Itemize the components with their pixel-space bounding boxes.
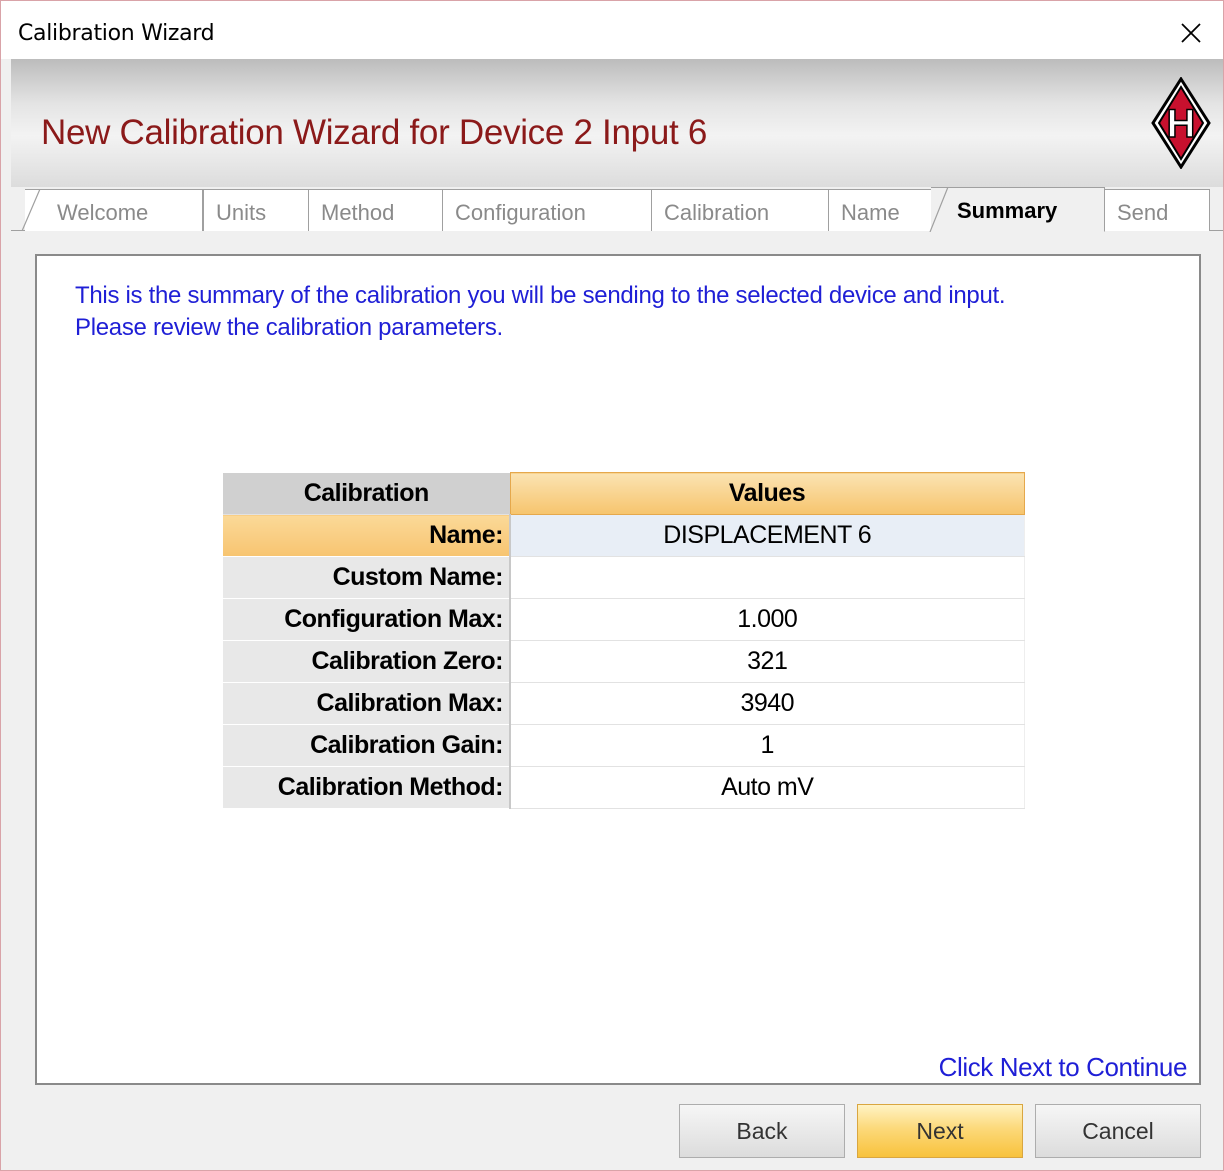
header-values: Values (509, 472, 1025, 515)
tab-welcome[interactable]: Welcome (21, 189, 203, 231)
table-row[interactable]: Calibration Max: 3940 (223, 682, 1025, 725)
title-bar: Calibration Wizard (1, 1, 1223, 59)
summary-table: Calibration Values Name: DISPLACEMENT 6 … (223, 472, 1025, 809)
row-label: Calibration Zero: (223, 640, 511, 683)
tab-label: Units (216, 200, 267, 225)
row-label: Calibration Method: (223, 766, 511, 809)
row-value: 1 (510, 724, 1025, 767)
row-label: Calibration Max: (223, 682, 511, 725)
row-value: DISPLACEMENT 6 (510, 514, 1025, 557)
continue-hint: Click Next to Continue (938, 1052, 1188, 1082)
tab-send[interactable]: Send (1104, 189, 1210, 231)
tab-configuration[interactable]: Configuration (442, 189, 652, 231)
table-row[interactable]: Calibration Zero: 321 (223, 640, 1025, 683)
tab-units[interactable]: Units (203, 189, 309, 231)
table-row[interactable]: Calibration Method: Auto mV (223, 766, 1025, 809)
back-button[interactable]: Back (679, 1104, 845, 1158)
wizard-heading: New Calibration Wizard for Device 2 Inpu… (41, 113, 707, 152)
row-value (510, 556, 1025, 599)
tab-label: Calibration (664, 200, 770, 225)
tab-calibration[interactable]: Calibration (651, 189, 829, 231)
table-row[interactable]: Name: DISPLACEMENT 6 (223, 514, 1025, 557)
row-value: 3940 (510, 682, 1025, 725)
calibration-wizard-window: Calibration Wizard New Calibration Wizar… (0, 0, 1224, 1171)
close-icon (1181, 23, 1201, 43)
intro-line-2: Please review the calibration parameters… (75, 314, 503, 341)
tab-name[interactable]: Name (828, 189, 938, 231)
tab-label: Send (1117, 200, 1169, 225)
table-row[interactable]: Configuration Max: 1.000 (223, 598, 1025, 641)
row-label: Custom Name: (223, 556, 511, 599)
window-title: Calibration Wizard (18, 21, 215, 46)
row-value: Auto mV (510, 766, 1025, 809)
tab-label: Name (841, 200, 900, 225)
table-row[interactable]: Custom Name: (223, 556, 1025, 599)
company-logo-icon: H (1151, 77, 1211, 169)
tab-label: Welcome (57, 200, 149, 225)
wizard-banner: New Calibration Wizard for Device 2 Inpu… (11, 59, 1223, 187)
row-value: 1.000 (510, 598, 1025, 641)
tab-method[interactable]: Method (308, 189, 443, 231)
table-header-row: Calibration Values (223, 472, 1025, 515)
close-button[interactable] (1169, 11, 1213, 55)
tab-summary[interactable]: Summary (929, 187, 1105, 232)
intro-line-1: This is the summary of the calibration y… (75, 282, 1006, 309)
intro-text: This is the summary of the calibration y… (75, 280, 1175, 344)
wizard-tab-strip: Welcome Units Method Configuration Calib… (11, 187, 1223, 232)
row-label: Configuration Max: (223, 598, 511, 641)
table-row[interactable]: Calibration Gain: 1 (223, 724, 1025, 767)
row-value: 321 (510, 640, 1025, 683)
tab-label: Configuration (455, 200, 586, 225)
cancel-button[interactable]: Cancel (1035, 1104, 1201, 1158)
logo-letter: H (1167, 102, 1196, 146)
row-label: Calibration Gain: (223, 724, 511, 767)
tab-summary-slant (929, 187, 949, 232)
row-label: Name: (223, 514, 511, 557)
tab-label: Summary (957, 198, 1058, 223)
next-button[interactable]: Next (857, 1104, 1023, 1158)
header-calibration: Calibration (223, 472, 510, 515)
tab-welcome-slant (21, 189, 41, 231)
summary-panel: This is the summary of the calibration y… (35, 254, 1201, 1085)
tab-label: Method (321, 200, 395, 225)
